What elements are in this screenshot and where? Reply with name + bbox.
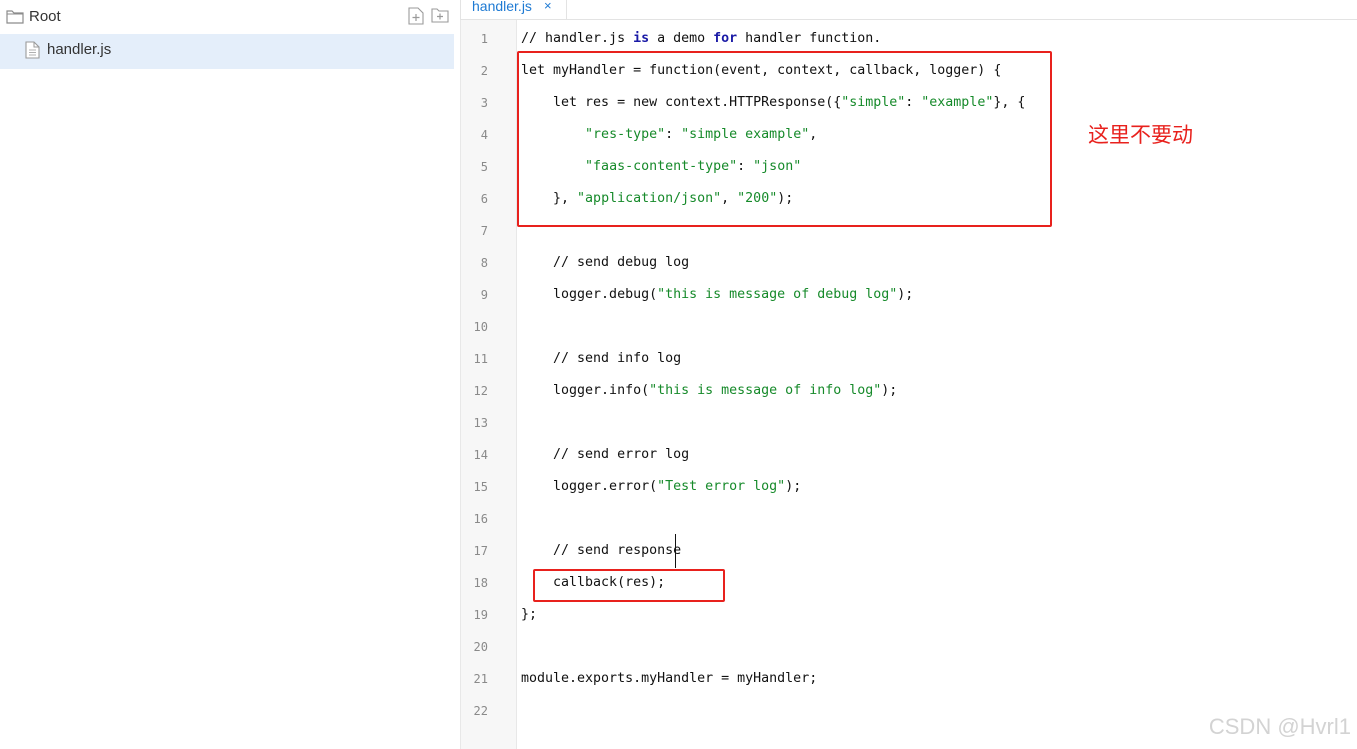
code-line-8: // send debug log xyxy=(521,255,690,270)
code-text: ); xyxy=(881,383,898,398)
line-number: 15 xyxy=(473,480,488,494)
line-number: 20 xyxy=(473,640,488,654)
file-tree-header: Root xyxy=(0,0,454,33)
line-number: 6 xyxy=(480,192,488,206)
line-number: 14 xyxy=(473,448,488,462)
line-number: 19 xyxy=(473,608,488,622)
line-number-gutter: 1 2 3 4 5 6 7 8 9 10 11 12 13 14 15 16 1… xyxy=(460,20,517,749)
keyword-token: is xyxy=(633,31,650,46)
line-number: 3 xyxy=(480,96,488,110)
code-line-15: logger.error("Test error log"); xyxy=(521,479,801,494)
code-line-11: // send info log xyxy=(521,351,682,366)
string-token: "Test error log" xyxy=(657,479,786,494)
code-text: logger.error( xyxy=(521,479,658,494)
watermark: CSDN @Hvrl1 xyxy=(1208,714,1351,739)
folder-icon xyxy=(6,9,24,29)
string-token: "this is message of info log" xyxy=(649,383,882,398)
line-number: 18 xyxy=(473,576,488,590)
file-icon xyxy=(25,41,40,64)
annotation-note: 这里不要动 xyxy=(1088,124,1193,147)
file-name: handler.js xyxy=(47,41,112,58)
line-number: 22 xyxy=(473,704,488,718)
line-number: 16 xyxy=(473,512,488,526)
line-number: 13 xyxy=(473,416,488,430)
line-number: 2 xyxy=(480,64,488,78)
file-tree-panel: Root handler.js xyxy=(0,0,454,749)
code-text: logger.debug( xyxy=(521,287,658,302)
new-file-icon[interactable] xyxy=(408,7,424,30)
code-line-1: // handler.js is a demo for handler func… xyxy=(521,31,881,46)
line-number: 8 xyxy=(480,256,488,270)
keyword-token: for xyxy=(713,31,738,46)
line-number: 17 xyxy=(473,544,488,558)
code-text: ); xyxy=(785,479,802,494)
line-number: 7 xyxy=(480,224,488,238)
line-number: 21 xyxy=(473,672,488,686)
close-icon[interactable]: × xyxy=(544,0,552,13)
new-folder-icon[interactable] xyxy=(431,7,449,28)
code-text: logger.info( xyxy=(521,383,650,398)
comment-text: a demo xyxy=(649,31,714,46)
code-line-21: module.exports.myHandler = myHandler; xyxy=(521,671,818,686)
tab-label: handler.js xyxy=(472,0,532,14)
line-number: 11 xyxy=(473,352,488,366)
code-line-14: // send error log xyxy=(521,447,690,462)
code-text: ); xyxy=(897,287,914,302)
line-number: 12 xyxy=(473,384,488,398)
line-number: 1 xyxy=(480,32,488,46)
code-line-17: // send response xyxy=(521,543,682,558)
line-number: 4 xyxy=(480,128,488,142)
line-number: 5 xyxy=(480,160,488,174)
code-line-12: logger.info("this is message of info log… xyxy=(521,383,897,398)
editor-tab-bar: handler.js × xyxy=(460,0,1357,20)
root-label[interactable]: Root xyxy=(29,8,61,25)
file-item-handler-js[interactable]: handler.js xyxy=(0,34,454,69)
tab-handler-js[interactable]: handler.js × xyxy=(460,0,567,19)
highlight-box-callback xyxy=(533,569,725,602)
highlight-box-handler-definition xyxy=(517,51,1052,227)
code-line-19: }; xyxy=(521,607,538,622)
line-number: 10 xyxy=(473,320,488,334)
string-token: "this is message of debug log" xyxy=(657,287,898,302)
comment-text: handler function. xyxy=(737,31,882,46)
text-cursor xyxy=(675,534,676,568)
line-number: 9 xyxy=(480,288,488,302)
code-line-9: logger.debug("this is message of debug l… xyxy=(521,287,913,302)
comment-text: // handler.js xyxy=(521,31,634,46)
